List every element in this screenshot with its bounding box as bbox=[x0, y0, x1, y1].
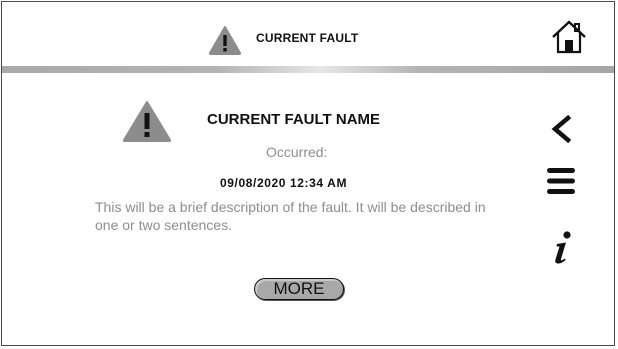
screen-frame: CURRENT FAULT CURRENT FAULT NAME Occurre… bbox=[1, 1, 615, 346]
warning-triangle-icon bbox=[208, 25, 242, 55]
chevron-left-icon bbox=[548, 115, 574, 143]
header-divider bbox=[2, 66, 614, 73]
occurred-label: Occurred: bbox=[266, 144, 328, 160]
info-button[interactable] bbox=[550, 230, 576, 266]
fault-timestamp: 09/08/2020 12:34 AM bbox=[220, 176, 348, 190]
fault-name: CURRENT FAULT NAME bbox=[207, 111, 381, 128]
menu-button[interactable] bbox=[546, 166, 576, 196]
home-button[interactable] bbox=[550, 19, 588, 55]
back-button[interactable] bbox=[548, 115, 574, 143]
header: CURRENT FAULT bbox=[2, 2, 614, 66]
info-icon bbox=[550, 230, 576, 266]
fault-warning-icon bbox=[122, 100, 172, 142]
header-title: CURRENT FAULT bbox=[256, 31, 359, 45]
home-icon bbox=[550, 19, 588, 55]
fault-description: This will be a brief description of the … bbox=[95, 199, 486, 233]
more-button[interactable]: MORE bbox=[254, 278, 344, 300]
hamburger-menu-icon bbox=[546, 166, 576, 196]
